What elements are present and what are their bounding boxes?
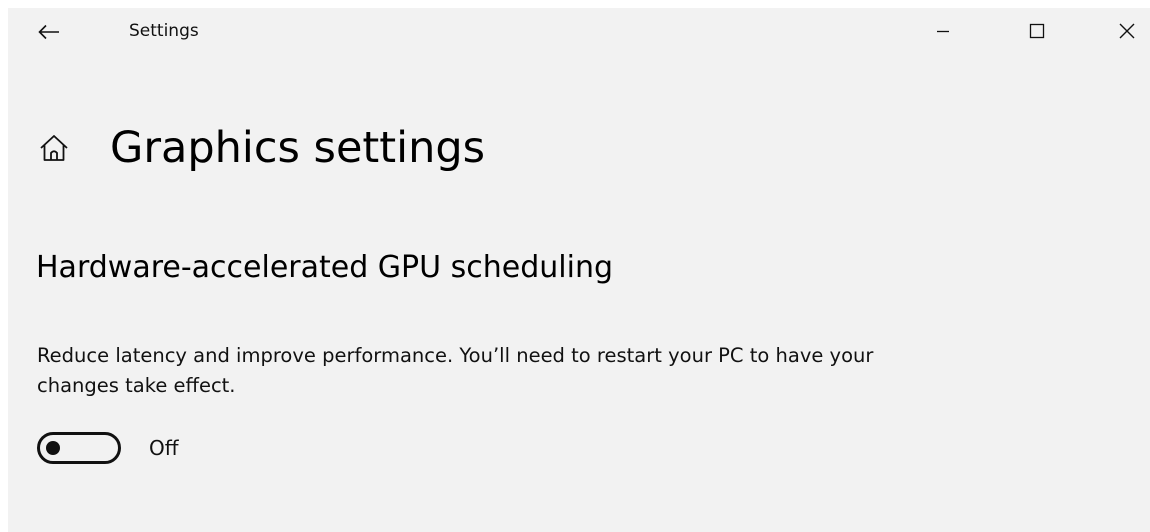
back-arrow-icon bbox=[38, 24, 59, 40]
close-button[interactable] bbox=[1104, 12, 1150, 50]
minimize-button[interactable] bbox=[920, 12, 966, 50]
gpu-scheduling-toggle-row: Off bbox=[37, 432, 179, 464]
back-button[interactable] bbox=[32, 17, 66, 47]
setting-description: Reduce latency and improve performance. … bbox=[37, 344, 874, 397]
app-title: Settings bbox=[129, 21, 199, 41]
toggle-knob bbox=[46, 441, 60, 455]
close-icon bbox=[1119, 23, 1135, 39]
page-title: Graphics settings bbox=[110, 123, 486, 173]
toggle-state-label: Off bbox=[149, 436, 179, 460]
settings-window: Settings Graphics settings Hardware-acce… bbox=[8, 8, 1150, 532]
maximize-icon bbox=[1029, 23, 1045, 39]
section-heading: Hardware-accelerated GPU scheduling bbox=[36, 250, 614, 285]
minimize-icon bbox=[937, 30, 949, 33]
gpu-scheduling-toggle[interactable] bbox=[37, 432, 121, 464]
home-icon[interactable] bbox=[34, 128, 74, 168]
maximize-button[interactable] bbox=[1014, 12, 1060, 50]
page-header: Graphics settings bbox=[28, 116, 485, 180]
title-bar: Settings bbox=[8, 8, 1150, 54]
